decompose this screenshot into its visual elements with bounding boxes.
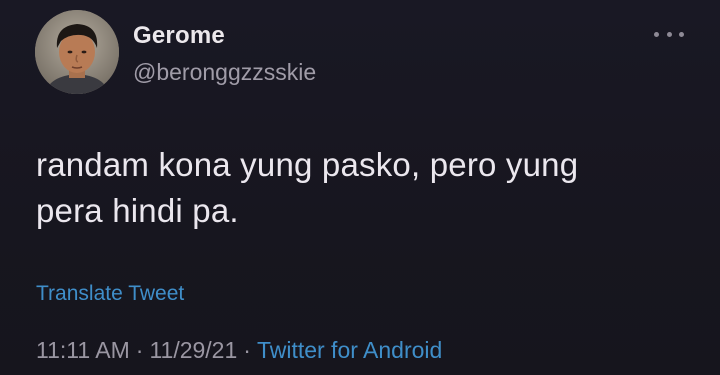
- more-options-button[interactable]: [654, 26, 684, 42]
- more-horizontal-icon: [679, 31, 684, 37]
- tweet-card: Gerome @beronggzzsskie randam kona yung …: [0, 0, 720, 375]
- tweet-text-line: pera hindi pa.: [36, 192, 239, 229]
- tweet-text-line: randam kona yung pasko, pero yung: [36, 146, 579, 183]
- tweet-time[interactable]: 11:11 AM: [36, 337, 130, 363]
- tweet-text: randam kona yung pasko, pero yung pera h…: [36, 142, 676, 234]
- tweet-metadata: 11:11 AM · 11/29/21 · Twitter for Android: [36, 337, 442, 364]
- more-horizontal-icon: [666, 31, 672, 37]
- more-horizontal-icon: [654, 31, 659, 37]
- avatar[interactable]: [35, 10, 119, 94]
- separator: ·: [135, 337, 144, 363]
- author-display-name[interactable]: Gerome: [133, 22, 225, 50]
- tweet-source-link[interactable]: Twitter for Android: [257, 337, 442, 363]
- author-handle[interactable]: @beronggzzsskie: [133, 59, 316, 86]
- separator: ·: [243, 337, 251, 363]
- translate-tweet-link[interactable]: Translate Tweet: [36, 282, 184, 306]
- tweet-date[interactable]: 11/29/21: [149, 337, 237, 363]
- profile-photo: [35, 10, 119, 94]
